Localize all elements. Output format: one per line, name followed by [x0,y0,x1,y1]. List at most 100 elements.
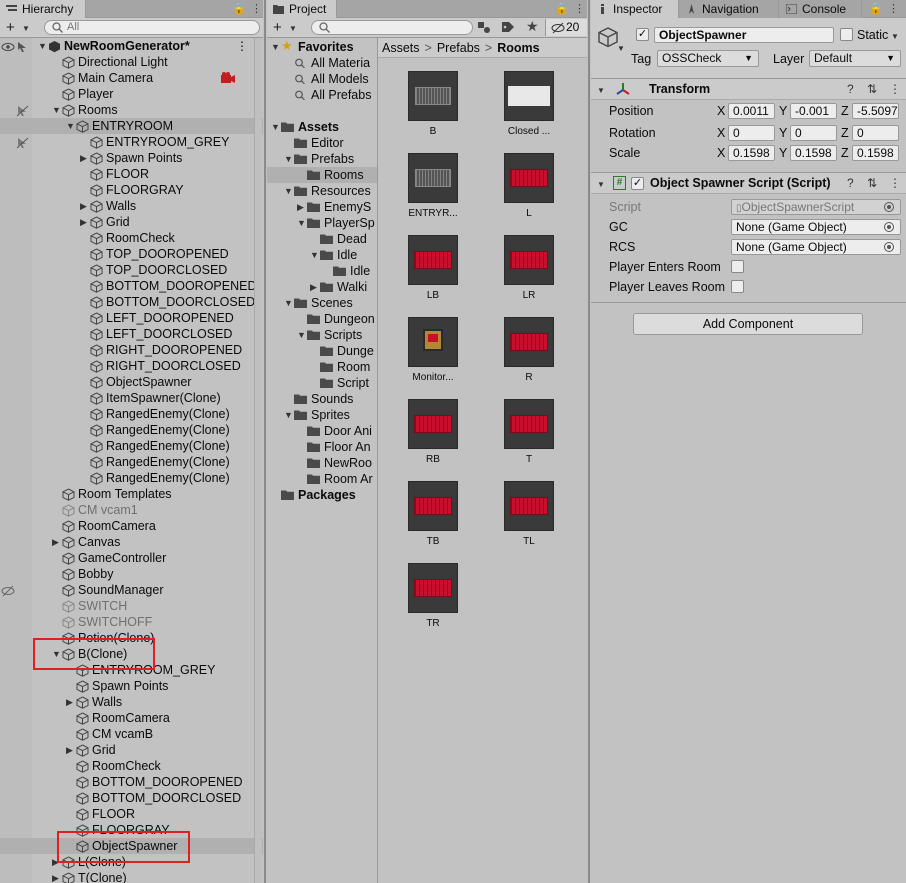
hierarchy-row[interactable]: FLOOR [0,806,263,822]
axis-label-x[interactable]: X [717,126,725,140]
project-tree-item[interactable]: ▼ Scenes [267,295,377,311]
gameobject-name-input[interactable]: ObjectSpawner [654,27,834,43]
lock-icon[interactable]: 🔒 [555,2,569,15]
transform-scale-z-input[interactable]: 0.1598 [852,145,899,161]
hierarchy-search-input[interactable]: All [44,20,260,35]
hierarchy-row[interactable]: ▶ T(Clone) [0,870,263,883]
chevron-down-icon[interactable]: ▼ [284,407,294,423]
hierarchy-row[interactable]: Directional Light [0,54,263,70]
chevron-right-icon[interactable]: ▶ [52,534,62,550]
chevron-right-icon[interactable]: ▶ [297,199,307,215]
chevron-down-icon[interactable]: ▼ [289,24,297,33]
project-tree-item[interactable]: ▼ Prefabs [267,151,377,167]
project-tree-item[interactable]: ▼ Sprites [267,407,377,423]
hierarchy-row[interactable]: FLOORGRAY [0,182,263,198]
project-tree-item[interactable]: ▶ EnemyS [267,199,377,215]
axis-label-z[interactable]: Z [841,146,849,160]
hierarchy-row[interactable]: ▼ Rooms [0,102,263,118]
project-tree-item[interactable]: Dunge [267,343,377,359]
transform-scale-y-input[interactable]: 0.1598 [790,145,837,161]
hierarchy-row[interactable]: CM vcam1 [0,502,263,518]
project-tree-item[interactable]: ▼ ★ Favorites [267,38,377,55]
hierarchy-row[interactable]: BOTTOM_DOOROPENED [0,774,263,790]
hierarchy-row[interactable]: RangedEnemy(Clone) [0,454,263,470]
filter-by-label-icon[interactable] [501,21,515,34]
kebab-menu-icon[interactable]: ⋮ [574,2,585,15]
axis-label-z[interactable]: Z [841,126,849,140]
hierarchy-row[interactable]: RoomCheck [0,758,263,774]
hierarchy-row[interactable]: LEFT_DOOROPENED [0,310,263,326]
hierarchy-row[interactable]: ▼ ENTRYROOM [0,118,263,134]
filter-by-type-icon[interactable] [477,21,491,34]
favorite-star-icon[interactable]: ★ [526,18,539,35]
asset-tile[interactable]: TB [393,481,473,547]
static-dropdown-chevron[interactable]: ▼ [891,32,899,41]
hierarchy-row[interactable]: RangedEnemy(Clone) [0,470,263,486]
chevron-down-icon[interactable]: ▼ [52,646,62,662]
hierarchy-row[interactable]: ENTRYROOM_GREY [0,662,263,678]
transform-rotation-x-input[interactable]: 0 [728,125,775,141]
chevron-down-icon[interactable]: ▼ [38,38,48,54]
project-tree-item[interactable]: ▼ Idle [267,247,377,263]
hierarchy-scrollbar[interactable] [254,38,262,883]
asset-tile[interactable]: ENTRYR... [393,153,473,219]
tab-inspector[interactable]: Inspector [591,0,679,18]
hierarchy-row[interactable]: ▶ Walls [0,198,263,214]
project-tree-item[interactable]: Idle [267,263,377,279]
chevron-down-icon[interactable]: ▼ [22,24,30,33]
help-icon[interactable]: ? [847,82,854,96]
chevron-down-icon[interactable]: ▼ [66,118,76,134]
hierarchy-row[interactable]: SWITCH [0,598,263,614]
icon-picker-chevron[interactable]: ▼ [617,44,625,53]
tab-hierarchy[interactable]: Hierarchy [0,0,86,18]
asset-tile[interactable]: TL [489,481,569,547]
rcs-object-field[interactable]: None (Game Object) [731,239,901,255]
transform-position-y-input[interactable]: -0.001 [790,103,837,119]
project-tree-item[interactable]: Door Ani [267,423,377,439]
hierarchy-row[interactable]: BOTTOM_DOOROPENED [0,278,263,294]
hierarchy-row[interactable]: FLOORGRAY [0,822,263,838]
add-component-button[interactable]: Add Component [633,313,863,335]
asset-tile[interactable]: L [489,153,569,219]
hierarchy-row[interactable]: CM vcamB [0,726,263,742]
asset-tile[interactable]: Closed ... [489,71,569,137]
chevron-right-icon[interactable]: ▶ [66,742,76,758]
project-tree-item[interactable]: Dead [267,231,377,247]
foldout-arrow[interactable]: ▼ [597,180,605,189]
chevron-right-icon[interactable]: ▶ [310,279,320,295]
transform-header[interactable]: ▼ Transform ? ⇅ ⋮ [591,78,906,100]
kebab-menu-icon[interactable]: ⋮ [889,82,901,96]
asset-tile[interactable]: B [393,71,473,137]
project-tree-item[interactable]: Room [267,359,377,375]
hierarchy-row[interactable]: SoundManager [0,582,263,598]
project-tree-item[interactable]: ▼ Scripts [267,327,377,343]
hierarchy-row[interactable]: RangedEnemy(Clone) [0,438,263,454]
tab-console[interactable]: Console [780,0,862,18]
breadcrumb-assets[interactable]: Assets [382,41,420,55]
lock-icon[interactable]: 🔒 [232,2,246,15]
hierarchy-row[interactable]: GameController [0,550,263,566]
hierarchy-row[interactable]: Room Templates [0,486,263,502]
hierarchy-row[interactable]: ▶ Grid [0,742,263,758]
project-tree-item[interactable]: Rooms [267,167,377,183]
hierarchy-row[interactable]: ENTRYROOM_GREY [0,134,263,150]
asset-tile[interactable]: T [489,399,569,465]
axis-label-z[interactable]: Z [841,104,849,118]
transform-rotation-z-input[interactable]: 0 [852,125,899,141]
gc-object-field[interactable]: None (Game Object) [731,219,901,235]
chevron-down-icon[interactable]: ▼ [271,39,281,55]
kebab-menu-icon[interactable]: ⋮ [251,2,262,15]
hierarchy-row[interactable]: ▶ Canvas [0,534,263,550]
hierarchy-row[interactable]: Spawn Points [0,678,263,694]
transform-position-x-input[interactable]: 0.0011 [728,103,775,119]
asset-tile[interactable]: LB [393,235,473,301]
hierarchy-row[interactable]: RoomCamera [0,518,263,534]
asset-tile[interactable]: RB [393,399,473,465]
chevron-right-icon[interactable]: ▶ [80,150,90,166]
hierarchy-row[interactable]: BOTTOM_DOORCLOSED [0,790,263,806]
hierarchy-row[interactable]: RangedEnemy(Clone) [0,422,263,438]
axis-label-y[interactable]: Y [779,104,787,118]
chevron-down-icon[interactable]: ▼ [284,295,294,311]
breadcrumb-prefabs[interactable]: Prefabs [437,41,480,55]
hierarchy-row[interactable]: RoomCamera [0,710,263,726]
